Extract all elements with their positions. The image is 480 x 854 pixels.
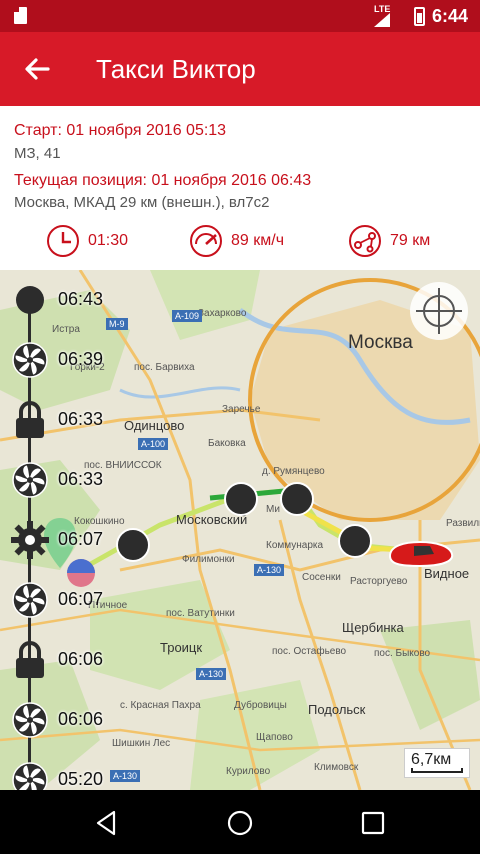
clock: 6:44 — [432, 6, 469, 26]
timeline-time: 06:39 — [58, 349, 104, 369]
clock-icon — [47, 225, 79, 257]
road-tag: А-109 — [172, 310, 203, 322]
map-scale: 6,7км — [404, 748, 470, 778]
route-icon — [349, 225, 381, 257]
map-label: Сосенки — [302, 572, 341, 583]
map-label: Развилка — [446, 518, 480, 529]
page-title: Такси Виктор — [96, 54, 256, 84]
map-label: Щапово — [256, 732, 293, 743]
map-label: Курилово — [226, 766, 271, 777]
timeline-item[interactable]: 06:07 — [8, 578, 128, 622]
timeline-time: 05:20 — [58, 769, 104, 789]
timeline-time: 06:33 — [58, 409, 104, 429]
timeline-time: 06:06 — [58, 649, 104, 669]
map-label: пос. Ватутинки — [166, 608, 235, 619]
start-address: МЗ, 41 — [14, 145, 61, 162]
timeline-item[interactable]: 06:39 — [8, 338, 128, 382]
map-label: Захарково — [198, 308, 247, 319]
timeline-time: 06:43 — [58, 289, 104, 309]
battery-icon — [414, 7, 425, 26]
nav-home-icon[interactable] — [225, 808, 255, 838]
timeline-time: 06:07 — [58, 589, 104, 609]
speedometer-icon — [190, 225, 222, 257]
timeline-item[interactable]: 06:06 — [8, 638, 128, 682]
city-label: Москва — [348, 332, 413, 353]
timeline-item[interactable]: 06:43 — [8, 278, 128, 322]
map-label: Заречье — [222, 404, 261, 415]
map-label: с. Красная Пахра — [120, 700, 201, 711]
map-label: Троицк — [160, 640, 203, 655]
road-tag: А-130 — [254, 564, 285, 576]
map-label: Дубровицы — [234, 700, 287, 711]
status-bar: LTE 6:44 — [0, 0, 480, 32]
map-label: д. Румянцево — [262, 466, 325, 477]
timeline-item[interactable]: 06:07 — [8, 518, 128, 562]
fan-icon — [12, 582, 48, 618]
timeline-time: 06:07 — [58, 529, 104, 549]
scale-label: 6,7км — [411, 751, 452, 768]
timeline-item[interactable]: 06:33 — [8, 398, 128, 442]
lock-icon — [16, 641, 44, 678]
current-position-label: Текущая позиция: 01 ноября 2016 06:43 — [14, 172, 312, 189]
speed-value: 89 км/ч — [231, 232, 285, 249]
app-bar: Такси Виктор — [0, 32, 480, 106]
back-arrow-icon[interactable] — [20, 52, 54, 86]
lock-icon — [16, 401, 44, 438]
nav-recents-icon[interactable] — [358, 808, 388, 838]
trip-info: Старт: 01 ноября 2016 05:13 МЗ, 41 Текущ… — [0, 106, 480, 270]
distance-value: 79 км — [390, 232, 431, 249]
map-label: Щербинка — [342, 620, 404, 635]
fan-icon — [12, 762, 48, 790]
map-label: Расторгуево — [350, 576, 408, 587]
map-label: Баковка — [208, 438, 246, 449]
route-marker-lock[interactable] — [280, 482, 314, 516]
my-location-button[interactable] — [410, 282, 468, 340]
sd-card-icon — [14, 7, 27, 24]
map-label: Подольск — [308, 702, 366, 717]
timeline-item[interactable]: 05:20 — [8, 758, 128, 790]
map-view[interactable]: Захарково пос. Барвиха Горки-2 Истра Оди… — [0, 270, 480, 790]
fan-icon — [12, 462, 48, 498]
nav-back-icon[interactable] — [92, 808, 122, 838]
timeline-item[interactable]: 06:33 — [8, 458, 128, 502]
car-icon[interactable] — [384, 534, 456, 574]
map-label: Климовск — [314, 762, 359, 773]
map-label: Одинцово — [124, 418, 185, 433]
start-dot-icon — [16, 286, 44, 314]
signal-icon — [374, 13, 390, 27]
map-label: пос. Барвиха — [134, 362, 195, 373]
timeline-time: 06:06 — [58, 709, 104, 729]
start-label: Старт: 01 ноября 2016 05:13 — [14, 122, 227, 139]
map-label: пос. Остафьево — [272, 646, 347, 657]
fan-icon — [12, 342, 48, 378]
timeline-item[interactable]: 06:06 — [8, 698, 128, 742]
map-label: Коммунарка — [266, 540, 324, 551]
route-marker-lock[interactable] — [224, 482, 258, 516]
gear-icon — [11, 521, 49, 559]
navigation-bar — [0, 790, 480, 854]
fan-icon — [12, 702, 48, 738]
timeline-time: 06:33 — [58, 469, 104, 489]
event-timeline: 06:43 06:39 06:33 06:33 06:07 06:07 06:06 06:06… — [0, 270, 130, 790]
road-tag: А-130 — [196, 668, 227, 680]
route-marker-fan[interactable] — [338, 524, 372, 558]
current-address: Москва, МКАД 29 км (внешн.), вл7с2 — [14, 194, 270, 211]
map-label: Филимонки — [182, 554, 235, 565]
road-tag: А-100 — [138, 438, 169, 450]
map-label: пос. Быково — [374, 648, 431, 659]
duration-value: 01:30 — [88, 232, 129, 249]
map-label: Ми — [266, 504, 280, 515]
crosshair-icon — [416, 288, 462, 334]
